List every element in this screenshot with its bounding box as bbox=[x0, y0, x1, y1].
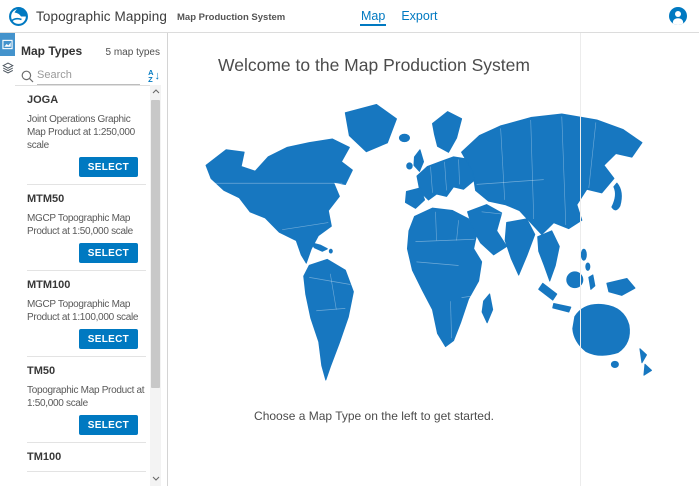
main-content: Welcome to the Map Production System bbox=[168, 33, 699, 486]
map-type-card: TM50 Topographic Map Product at 1:50,000… bbox=[27, 357, 146, 443]
welcome-heading: Welcome to the Map Production System bbox=[168, 55, 580, 76]
map-types-panel: Map Types 5 map types AZ↓ JOGA Joint Ope… bbox=[15, 33, 168, 486]
world-map bbox=[180, 95, 671, 393]
map-type-list: JOGA Joint Operations Graphic Map Produc… bbox=[15, 85, 154, 486]
map-type-card: JOGA Joint Operations Graphic Map Produc… bbox=[27, 86, 146, 185]
select-map-type-button[interactable]: SELECT bbox=[79, 243, 138, 263]
map-type-name: TM50 bbox=[27, 364, 146, 378]
search-input[interactable] bbox=[37, 67, 140, 85]
sort-az-icon[interactable]: AZ↓ bbox=[148, 69, 160, 83]
helper-text: Choose a Map Type on the left to get sta… bbox=[168, 409, 580, 423]
map-type-name: JOGA bbox=[27, 93, 146, 107]
search-icon bbox=[21, 70, 34, 83]
user-account-icon[interactable] bbox=[669, 7, 687, 25]
map-type-description: MGCP Topographic Map Product at 1:50,000… bbox=[27, 212, 145, 238]
map-type-name: MTM50 bbox=[27, 192, 146, 206]
sidebar-icon-strip bbox=[0, 33, 15, 486]
map-type-name: MTM100 bbox=[27, 278, 146, 292]
main-panel-divider bbox=[580, 33, 581, 486]
app-title: Topographic Mapping bbox=[36, 9, 167, 24]
map-type-card: MTM100 MGCP Topographic Map Product at 1… bbox=[27, 271, 146, 357]
select-map-type-button[interactable]: SELECT bbox=[79, 415, 138, 435]
layers-icon[interactable] bbox=[0, 56, 15, 79]
scrollbar-thumb[interactable] bbox=[151, 100, 160, 388]
scroll-up-icon[interactable] bbox=[150, 85, 161, 97]
select-map-type-button[interactable]: SELECT bbox=[79, 329, 138, 349]
map-type-description: MGCP Topographic Map Product at 1:100,00… bbox=[27, 298, 145, 324]
map-type-description: Topographic Map Product at 1:50,000 scal… bbox=[27, 384, 145, 410]
map-type-description: Joint Operations Graphic Map Product at … bbox=[27, 113, 145, 152]
sidebar-scrollbar[interactable] bbox=[150, 85, 161, 486]
map-products-panel-icon[interactable] bbox=[0, 33, 15, 56]
map-type-name: TM100 bbox=[27, 450, 146, 464]
globe-logo-icon bbox=[9, 7, 28, 26]
map-type-card: TM100 bbox=[27, 443, 146, 472]
scroll-down-icon[interactable] bbox=[150, 472, 161, 484]
app-header: Topographic Mapping Map Production Syste… bbox=[0, 0, 699, 33]
panel-title: Map Types bbox=[21, 44, 82, 58]
map-types-count: 5 map types bbox=[106, 47, 160, 58]
app-subtitle: Map Production System bbox=[177, 9, 285, 23]
select-map-type-button[interactable]: SELECT bbox=[79, 157, 138, 177]
header-tabs: Map Export bbox=[360, 0, 438, 33]
map-type-card: MTM50 MGCP Topographic Map Product at 1:… bbox=[27, 185, 146, 271]
tab-map[interactable]: Map bbox=[360, 2, 386, 31]
app-window: Topographic Mapping Map Production Syste… bbox=[0, 0, 699, 487]
tab-export[interactable]: Export bbox=[400, 2, 438, 31]
